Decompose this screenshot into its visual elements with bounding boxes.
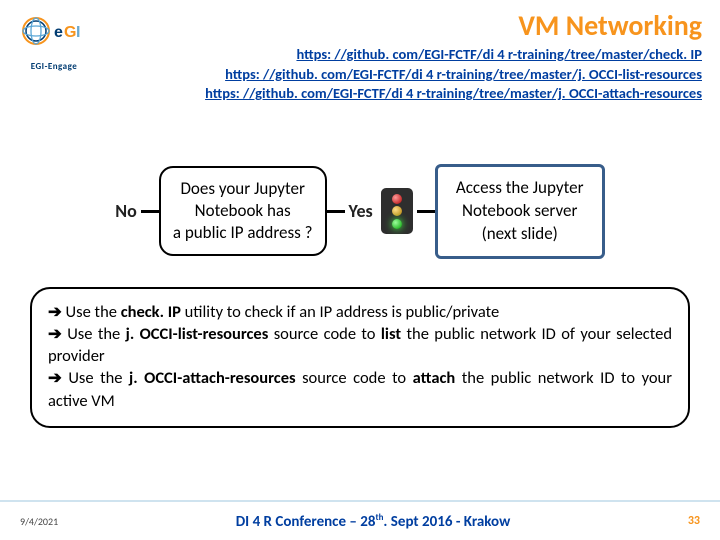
egi-logo: e G I EGI-Engage	[14, 8, 94, 58]
arrow-icon: ➔	[48, 303, 62, 321]
decision-line3: a public IP address ?	[173, 222, 313, 244]
link-jocci-attach[interactable]: https: //github. com/EGI-FCTF/di 4 r-tra…	[94, 84, 702, 104]
egi-logo-graphic: e G I	[14, 8, 94, 58]
header: e G I EGI-Engage VM Networking https: //…	[0, 0, 720, 104]
logo-subtext: EGI-Engage	[14, 61, 94, 72]
red-light-icon	[392, 194, 402, 204]
footer-center: DI 4 R Conference – 28th. Sept 2016 - Kr…	[236, 512, 511, 531]
outcome-box: Access the Jupyter Notebook server (next…	[435, 164, 605, 259]
bullet-2: ➔ Use the j. OCCI-list-resources source …	[48, 323, 672, 368]
green-light-icon	[392, 219, 402, 229]
links-list: https: //github. com/EGI-FCTF/di 4 r-tra…	[94, 45, 702, 104]
decision-line2: Notebook has	[173, 200, 313, 222]
no-label: No	[115, 200, 137, 222]
amber-light-icon	[392, 206, 402, 216]
footer: 9/4/2021 DI 4 R Conference – 28th. Sept …	[0, 500, 720, 540]
arrow-icon: ➔	[48, 325, 62, 343]
title-block: VM Networking https: //github. com/EGI-F…	[94, 8, 702, 104]
page-title: VM Networking	[94, 8, 702, 43]
yes-label: Yes	[349, 200, 373, 222]
outcome-line1: Access the Jupyter	[450, 177, 590, 200]
outcome-line3: (next slide)	[450, 223, 590, 246]
connector-right	[417, 210, 435, 213]
arrow-icon: ➔	[48, 369, 62, 387]
link-checkip[interactable]: https: //github. com/EGI-FCTF/di 4 r-tra…	[94, 45, 702, 65]
bullet-3: ➔ Use the j. OCCI-attach-resources sourc…	[48, 367, 672, 412]
connector-left	[141, 210, 159, 213]
link-jocci-list[interactable]: https: //github. com/EGI-FCTF/di 4 r-tra…	[94, 65, 702, 85]
footer-page-number: 33	[688, 514, 700, 528]
instructions-box: ➔ Use the check. IP utility to check if …	[30, 287, 690, 428]
svg-text:I: I	[76, 24, 80, 41]
traffic-light-icon	[381, 188, 413, 234]
outcome-line2: Notebook server	[450, 200, 590, 223]
footer-date: 9/4/2021	[20, 515, 58, 528]
decision-line1: Does your Jupyter	[173, 178, 313, 200]
decision-box: Does your Jupyter Notebook has a public …	[159, 166, 327, 256]
bullet-1: ➔ Use the check. IP utility to check if …	[48, 301, 672, 323]
flow-diagram: No Does your Jupyter Notebook has a publ…	[30, 164, 690, 259]
connector-mid	[327, 210, 345, 213]
svg-text:e: e	[54, 24, 63, 41]
svg-text:G: G	[64, 24, 76, 41]
